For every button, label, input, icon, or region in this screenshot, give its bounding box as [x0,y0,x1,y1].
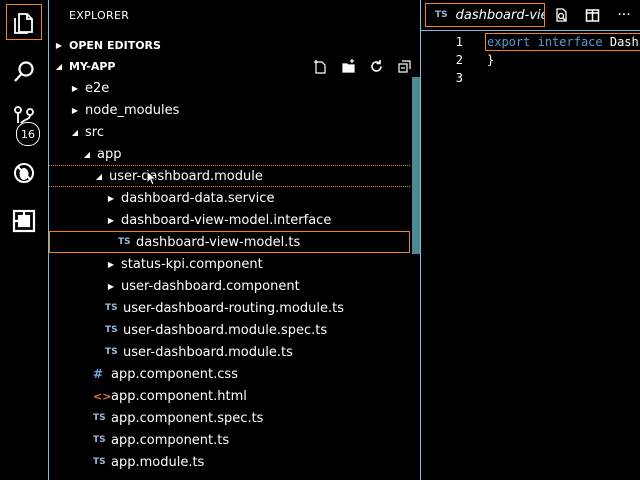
extensions-icon[interactable] [6,203,42,239]
new-file-button[interactable] [306,55,334,77]
tree-item-label: app.component.ts [111,432,230,448]
tree-item-label: app.component.spec.ts [111,410,264,426]
tree-folder-item[interactable]: ▶ status-kpi.component [49,253,410,275]
tree-item-label: user-dashboard.module.ts [123,344,293,360]
chevron-right-icon: ▶ [55,40,63,50]
tree-item-label: app [97,146,122,162]
ts-file-icon: TS [105,325,118,335]
tree-folder-item[interactable]: ▶ node_modules [49,99,410,121]
tree-file-item[interactable]: TS dashboard-view-model.ts [49,231,410,253]
activity-bar: 16 [0,0,48,480]
chevron-right-icon: ▶ [107,281,115,291]
tree-folder-item[interactable]: ▶ dashboard-data.service [49,187,410,209]
tree-item-label: user-dashboard-routing.module.ts [123,300,344,316]
new-folder-button[interactable] [334,55,362,77]
line-number: 2 [455,53,463,67]
split-editor-icon [585,8,599,22]
refresh-button[interactable] [362,55,390,77]
chevron-right-icon: ▶ [107,193,115,203]
html-file-icon: <> [93,389,112,403]
tree-item-label: node_modules [85,102,180,118]
tree-file-item[interactable]: TS user-dashboard-routing.module.ts [49,297,410,319]
tree-item-label: user-dashboard.component [121,278,300,294]
tree-item-label: status-kpi.component [121,256,263,272]
mouse-pointer-icon [146,169,158,190]
project-label: MY-APP [69,59,116,73]
ts-file-icon: TS [105,303,118,313]
tree-item-label: dashboard-data.service [121,190,275,206]
tree-file-item[interactable]: TS user-dashboard.module.ts [49,341,410,363]
editor-tab-label: dashboard-view-model.ts [455,7,544,23]
more-actions-button[interactable]: ··· [613,5,635,25]
refresh-icon [370,59,382,72]
search-icon[interactable] [6,54,42,90]
explorer-toolbar [306,55,418,77]
tree-item-label: dashboard-view-model.interface [121,212,332,228]
chevron-right-icon: ▶ [107,259,115,269]
tree-item-label: e2e [85,80,110,96]
tree-folder-item[interactable]: ◢ user-dashboard.module [49,165,410,187]
code-line[interactable]: export interface Dash [487,35,639,49]
open-changes-icon [555,7,567,22]
code-text: } [487,53,495,67]
source-control-badge: 16 [16,122,40,146]
ts-file-icon: TS [93,457,106,467]
tree-file-item[interactable]: <> app.component.html [49,385,410,407]
ts-file-icon: TS [435,10,448,20]
tree-item-label: user-dashboard.module.spec.ts [123,322,328,338]
tree-item-label: app.component.html [111,388,247,404]
tree-folder-item[interactable]: ◢ src [49,121,410,143]
tree-item-label: src [85,124,104,140]
tab-divider [421,30,640,31]
tree-item-label: app.component.css [111,366,238,382]
scrollbar-thumb[interactable] [412,77,421,254]
chevron-down-icon: ◢ [71,127,79,137]
tree-item-label: app.module.ts [111,454,205,470]
chevron-down-icon: ◢ [95,171,103,181]
chevron-right-icon: ▶ [107,215,115,225]
chevron-down-icon: ◢ [55,61,63,71]
tree-item-label: user-dashboard.module [109,168,263,184]
ellipsis-icon: ··· [617,7,631,23]
tree-folder-item[interactable]: ▶ user-dashboard.component [49,275,410,297]
explorer-title: EXPLORER [69,9,130,22]
tree-item-label: dashboard-view-model.ts [136,234,301,250]
ts-file-icon: TS [118,237,131,247]
tree-file-item[interactable]: TS user-dashboard.module.spec.ts [49,319,410,341]
new-folder-icon [341,58,355,73]
tree-folder-item[interactable]: ▶ e2e [49,77,410,99]
split-editor-button[interactable] [581,5,603,25]
explorer-files-icon[interactable] [6,4,42,40]
tree-file-item[interactable]: TS app.module.ts [49,451,410,473]
explorer-sidebar: EXPLORER ▶ OPEN EDITORS ◢ MY-APP ▶ e2e ▶ no… [48,0,421,480]
collapse-all-button[interactable] [390,55,418,77]
ts-file-icon: TS [105,347,118,357]
tree-file-item[interactable]: TS app.component.ts [49,429,410,451]
debug-icon[interactable] [6,155,42,191]
ts-file-icon: TS [93,435,106,445]
keyword: export [487,35,531,49]
tree-folder-item[interactable]: ◢ app [49,143,410,165]
chevron-down-icon: ◢ [83,149,91,159]
tree-file-item[interactable]: # app.component.css [49,363,410,385]
new-file-icon [313,59,326,74]
open-changes-button[interactable] [550,5,572,25]
collapse-all-icon [397,59,411,73]
code-text: Dash [602,35,639,49]
tree-folder-item[interactable]: ▶ dashboard-view-model.interface [49,209,410,231]
chevron-right-icon: ▶ [71,83,79,93]
line-number: 1 [455,35,463,49]
chevron-right-icon: ▶ [71,105,79,115]
open-editors-section[interactable]: ▶ OPEN EDITORS [49,34,420,56]
css-file-icon: # [93,367,104,381]
tree-file-item[interactable]: TS app.component.spec.ts [49,407,410,429]
editor-tab[interactable]: TS dashboard-view-model.ts [425,3,545,27]
line-number: 3 [455,71,463,85]
editor-area: TS dashboard-view-model.ts ··· 1 export … [421,0,640,480]
ts-file-icon: TS [93,413,106,423]
keyword: interface [537,35,603,49]
code-line[interactable]: } [487,53,494,67]
open-editors-label: OPEN EDITORS [69,38,161,52]
